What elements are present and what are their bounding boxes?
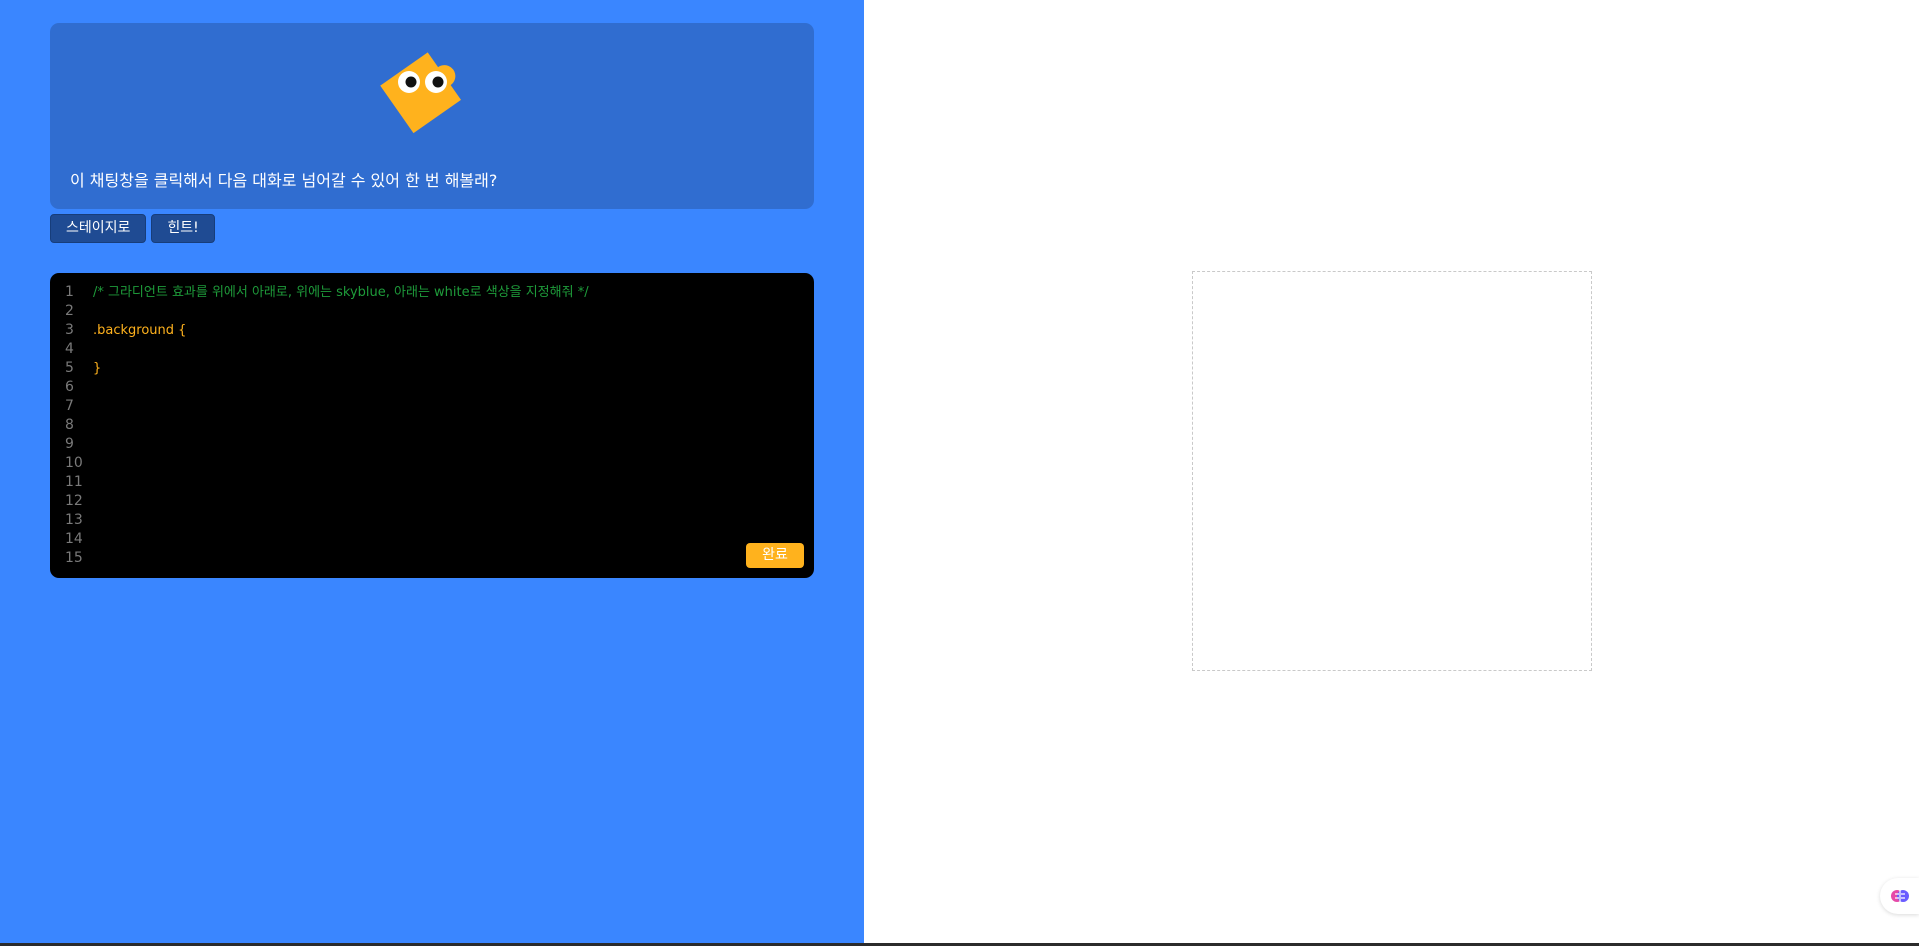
line-number: 11 bbox=[65, 474, 83, 490]
line-number: 4 bbox=[65, 341, 74, 357]
puzzle-mascot-icon bbox=[380, 52, 461, 134]
line-number: 7 bbox=[65, 398, 74, 414]
done-button[interactable]: 완료 bbox=[746, 543, 804, 568]
brain-widget-button[interactable] bbox=[1880, 878, 1919, 914]
line-number: 15 bbox=[65, 550, 83, 566]
line-number: 2 bbox=[65, 303, 74, 319]
line-number: 13 bbox=[65, 512, 83, 528]
hint-button[interactable]: 힌트! bbox=[151, 214, 215, 243]
code-line-selector-close: } bbox=[93, 361, 102, 376]
chat-box[interactable]: 이 채팅창을 클릭해서 다음 대화로 넘어갈 수 있어 한 번 해볼래? bbox=[50, 23, 814, 209]
code-editor[interactable]: 1 2 3 4 5 6 7 8 9 10 11 12 13 14 15 /* 그… bbox=[50, 273, 814, 578]
left-panel: 이 채팅창을 클릭해서 다음 대화로 넘어갈 수 있어 한 번 해볼래? 스테이… bbox=[0, 0, 864, 943]
button-row: 스테이지로 힌트! bbox=[50, 214, 215, 243]
line-number: 9 bbox=[65, 436, 74, 452]
code-line-selector-open: .background { bbox=[93, 323, 187, 338]
brain-icon bbox=[1890, 890, 1909, 902]
line-numbers: 1 2 3 4 5 6 7 8 9 10 11 12 13 14 15 bbox=[65, 283, 83, 568]
line-number: 14 bbox=[65, 531, 83, 547]
line-number: 12 bbox=[65, 493, 83, 509]
line-number: 6 bbox=[65, 379, 74, 395]
line-number: 3 bbox=[65, 322, 74, 338]
line-number: 8 bbox=[65, 417, 74, 433]
preview-target-box bbox=[1192, 271, 1592, 671]
line-number: 5 bbox=[65, 360, 74, 376]
code-line-comment: /* 그라디언트 효과를 위에서 아래로, 위에는 skyblue, 아래는 w… bbox=[93, 285, 589, 300]
line-number: 10 bbox=[65, 455, 83, 471]
code-input-area[interactable]: /* 그라디언트 효과를 위에서 아래로, 위에는 skyblue, 아래는 w… bbox=[93, 283, 793, 378]
chat-message: 이 채팅창을 클릭해서 다음 대화로 넘어갈 수 있어 한 번 해볼래? bbox=[70, 171, 498, 190]
stage-button[interactable]: 스테이지로 bbox=[50, 214, 147, 243]
line-number: 1 bbox=[65, 284, 74, 300]
